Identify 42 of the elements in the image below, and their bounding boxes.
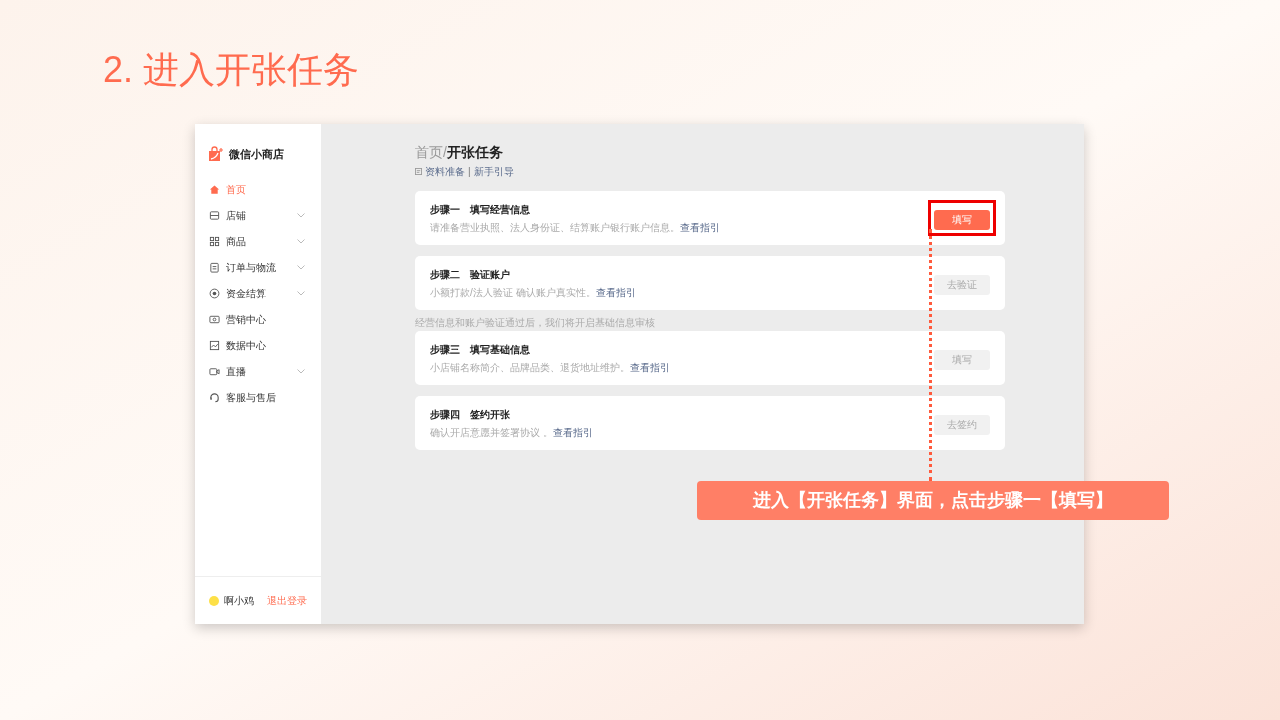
sidebar-item[interactable]: 直播 — [195, 358, 321, 385]
sidebar-item[interactable]: 店铺 — [195, 202, 321, 229]
guide-link[interactable]: 查看指引 — [680, 221, 720, 233]
step-description: 小额打款/法人验证 确认账户真实性。查看指引 — [430, 285, 637, 300]
step-label: 步骤二 — [430, 267, 460, 282]
app-name: 微信小商店 — [229, 147, 284, 162]
sidebar-item[interactable]: 客服与售后 — [195, 384, 321, 411]
step-description: 请准备营业执照、法人身份证、结算账户银行账户信息。查看指引 — [430, 220, 721, 235]
home-icon — [209, 184, 220, 195]
step-description: 小店铺名称简介、品牌品类、退货地址维护。查看指引 — [430, 360, 671, 375]
document-icon — [415, 168, 422, 175]
chart-icon — [209, 340, 220, 351]
grid-icon — [209, 236, 220, 247]
step-label: 步骤一 — [430, 202, 460, 217]
slide-title: 2. 进入开张任务 — [103, 48, 360, 92]
sidebar-item[interactable]: 数据中心 — [195, 332, 321, 359]
callout-label: 进入【开张任务】界面，点击步骤一【填写】 — [697, 481, 1169, 520]
avatar — [209, 595, 219, 606]
page-title: 开张任务 — [446, 143, 503, 162]
user-name: 啊小鸡 — [224, 594, 255, 608]
step-title: 验证账户 — [470, 267, 510, 282]
sidebar-item[interactable]: 营销中心 — [195, 306, 321, 333]
sidebar-item[interactable]: 商品 — [195, 228, 321, 255]
step-title: 填写经营信息 — [470, 202, 530, 217]
step-label: 步骤三 — [430, 342, 460, 357]
step-title: 填写基础信息 — [470, 342, 530, 357]
guide-link[interactable]: 资料准备 — [425, 164, 465, 179]
shopping-bag-icon — [208, 146, 224, 163]
target-icon — [209, 288, 220, 299]
link-separator: | — [468, 165, 471, 179]
clipboard-icon — [209, 262, 220, 273]
video-icon — [209, 366, 220, 377]
sidebar-item[interactable]: 订单与物流 — [195, 254, 321, 281]
ticket-icon — [209, 314, 220, 325]
step-title: 签约开张 — [470, 407, 510, 422]
store-icon — [209, 210, 220, 221]
headset-icon — [209, 392, 220, 403]
guide-link[interactable]: 新手引导 — [473, 164, 514, 179]
sidebar-item[interactable]: 资金结算 — [195, 280, 321, 307]
step-label: 步骤四 — [430, 407, 460, 422]
step-description: 确认开店意愿并签署协议 。查看指引 — [430, 425, 594, 440]
breadcrumb-separator: / — [443, 143, 447, 162]
